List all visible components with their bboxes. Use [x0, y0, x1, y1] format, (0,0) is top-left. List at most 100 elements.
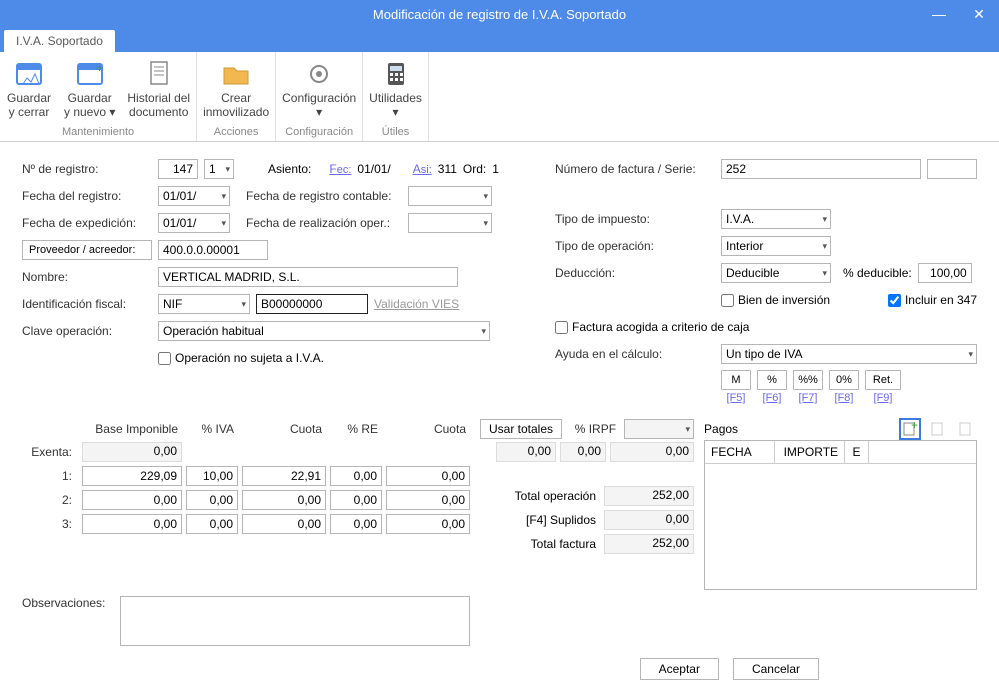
serie-input[interactable] — [927, 159, 977, 179]
idfiscal-label: Identificación fiscal: — [22, 297, 152, 311]
tipoop-select[interactable]: Interior — [721, 236, 831, 256]
r3-re[interactable] — [330, 514, 382, 534]
ayuda-select[interactable]: Un tipo de IVA — [721, 344, 977, 364]
r3-cuota[interactable] — [242, 514, 326, 534]
nregistro-sub-select[interactable]: 1 — [204, 159, 234, 179]
suplidos-val: 0,00 — [604, 510, 694, 530]
r2-iva[interactable] — [186, 490, 238, 510]
minimize-button[interactable]: — — [919, 0, 959, 28]
factura-caja-checkbox[interactable]: Factura acogida a criterio de caja — [555, 320, 749, 334]
calc-m-button[interactable]: M — [721, 370, 751, 390]
calc-pct-button[interactable]: % — [757, 370, 787, 390]
clave-label: Clave operación: — [22, 324, 152, 338]
ribbon: Guardary cerrar + Guardary nuevo ▾ Histo… — [0, 52, 999, 142]
tipoop-label: Tipo de operación: — [555, 239, 715, 253]
r3-cuota2[interactable] — [386, 514, 470, 534]
doc-history-button[interactable]: Historial deldocumento — [121, 56, 196, 124]
asiento-fec: 01/01/ — [357, 162, 390, 176]
calc-ret-button[interactable]: Ret. — [865, 370, 901, 390]
svg-text:+: + — [911, 421, 918, 432]
total-operacion: 252,00 — [604, 486, 694, 506]
ribbon-group-utiles: Utilidades▾ Útiles — [363, 52, 429, 141]
incluir-347-checkbox[interactable]: Incluir en 347 — [888, 293, 977, 307]
pagos-add-button[interactable]: + — [899, 418, 921, 440]
accept-button[interactable]: Aceptar — [640, 658, 719, 680]
r1-cuota[interactable] — [242, 466, 326, 486]
proveedor-button[interactable]: Proveedor / acreedor: — [22, 240, 152, 260]
nregistro-input[interactable] — [158, 159, 198, 179]
close-button[interactable]: ✕ — [959, 0, 999, 28]
calculator-icon — [380, 58, 412, 90]
pagos-table[interactable]: FECHA IMPORTE E — [704, 440, 977, 590]
r2-cuota[interactable] — [242, 490, 326, 510]
fcont-input[interactable] — [408, 186, 492, 206]
page-icon — [930, 421, 946, 437]
create-asset-button[interactable]: Crearinmovilizado — [197, 56, 275, 124]
bien-inversion-checkbox[interactable]: Bien de inversión — [721, 293, 830, 307]
config-button[interactable]: Configuración▾ — [276, 56, 362, 124]
pagos-panel: Pagos + FECHA IMPORTE E — [704, 418, 977, 590]
frop-input[interactable] — [408, 213, 492, 233]
asiento-ord: 1 — [492, 162, 499, 176]
usar-totales-button[interactable]: Usar totales — [480, 419, 562, 439]
clave-select[interactable]: Operación habitual — [158, 321, 490, 341]
r2-cuota2[interactable] — [386, 490, 470, 510]
proveedor-input[interactable] — [158, 240, 268, 260]
asiento-label: Asiento: — [268, 162, 311, 176]
fexp-input[interactable]: 01/01/ — [158, 213, 230, 233]
tipoimp-select[interactable]: I.V.A. — [721, 209, 831, 229]
irpf-c: 0,00 — [610, 442, 694, 462]
nombre-input[interactable] — [158, 267, 458, 287]
freg-input[interactable]: 01/01/ — [158, 186, 230, 206]
save-close-button[interactable]: Guardary cerrar — [0, 56, 58, 124]
obs-textarea[interactable] — [120, 596, 470, 646]
obs-label: Observaciones: — [22, 596, 112, 646]
vies-link[interactable]: Validación VIES — [374, 297, 459, 311]
pagos-delete-button[interactable] — [955, 418, 977, 440]
new-page-icon: + — [902, 421, 918, 437]
r3-iva[interactable] — [186, 514, 238, 534]
tipoimp-label: Tipo de impuesto: — [555, 212, 715, 226]
idfiscal-type-select[interactable]: NIF — [158, 294, 250, 314]
r2-base[interactable] — [82, 490, 182, 510]
r1-cuota2[interactable] — [386, 466, 470, 486]
pagos-edit-button[interactable] — [927, 418, 949, 440]
frop-label: Fecha de realización oper.: — [236, 216, 402, 230]
op-no-iva-checkbox[interactable]: Operación no sujeta a I.V.A. — [158, 351, 324, 365]
title-bar: Modificación de registro de I.V.A. Sopor… — [0, 0, 999, 28]
r2-re[interactable] — [330, 490, 382, 510]
total-factura: 252,00 — [604, 534, 694, 554]
save-new-icon: + — [74, 58, 106, 90]
pagos-title: Pagos — [704, 422, 738, 436]
r1-re[interactable] — [330, 466, 382, 486]
asi-label: Asi: — [413, 162, 432, 176]
save-new-button[interactable]: + Guardary nuevo ▾ — [58, 56, 121, 124]
deducc-label: Deducción: — [555, 266, 715, 280]
ribbon-group-mantenimiento: Guardary cerrar + Guardary nuevo ▾ Histo… — [0, 52, 197, 141]
ord-label: Ord: — [463, 162, 486, 176]
fec-label: Fec: — [329, 162, 351, 176]
calc-pctpct-button[interactable]: %% — [793, 370, 823, 390]
irpf-select[interactable] — [624, 419, 694, 439]
window-title: Modificación de registro de I.V.A. Sopor… — [373, 7, 626, 22]
tab-iva-soportado[interactable]: I.V.A. Soportado — [4, 30, 115, 52]
folder-icon — [220, 58, 252, 90]
asiento-asi: 311 — [438, 162, 457, 176]
cancel-button[interactable]: Cancelar — [733, 658, 819, 680]
pctded-input[interactable] — [918, 263, 972, 283]
idfiscal-input[interactable] — [256, 294, 368, 314]
r3-base[interactable] — [82, 514, 182, 534]
deducc-select[interactable]: Deducible — [721, 263, 831, 283]
save-close-icon — [13, 58, 45, 90]
freg-label: Fecha del registro: — [22, 189, 152, 203]
exenta-base: 0,00 — [82, 442, 182, 462]
suplidos-button[interactable]: [F4] Suplidos — [486, 513, 596, 527]
tab-strip: I.V.A. Soportado — [0, 28, 999, 52]
r1-base[interactable] — [82, 466, 182, 486]
utilities-button[interactable]: Utilidades▾ — [363, 56, 428, 124]
calc-0pct-button[interactable]: 0% — [829, 370, 859, 390]
fcont-label: Fecha de registro contable: — [236, 189, 402, 203]
r1-iva[interactable] — [186, 466, 238, 486]
numfact-input[interactable] — [721, 159, 921, 179]
gear-icon — [303, 58, 335, 90]
